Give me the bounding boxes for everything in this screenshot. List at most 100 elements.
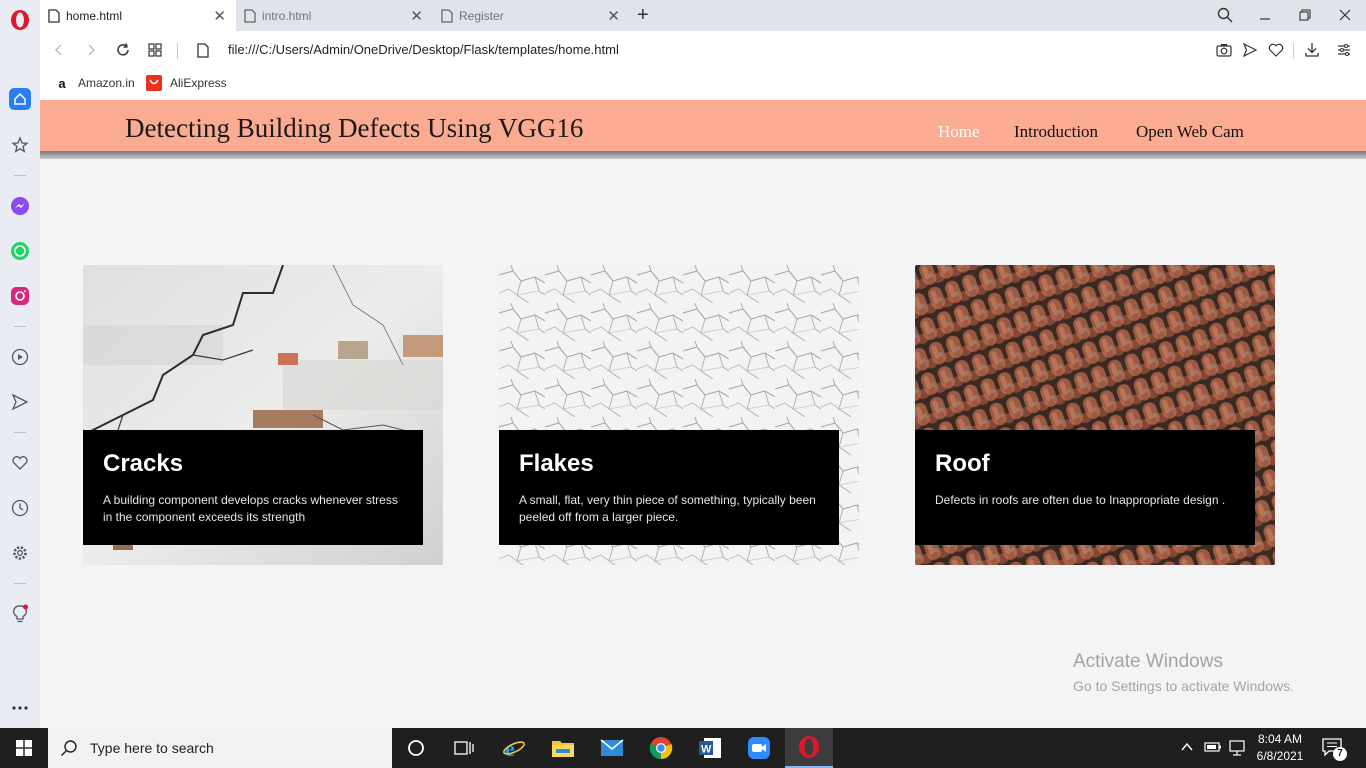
- player-icon[interactable]: [8, 345, 32, 369]
- bookmark-label: AliExpress: [170, 76, 227, 90]
- lightbulb-tips-icon[interactable]: [8, 602, 32, 626]
- easy-setup-menu-icon[interactable]: [1334, 40, 1354, 60]
- messenger-icon[interactable]: [8, 194, 32, 218]
- card-description: A small, flat, very thin piece of someth…: [519, 493, 816, 524]
- bookmarks-bar: a Amazon.in AliExpress: [40, 69, 1366, 100]
- battery-icon[interactable]: [1204, 740, 1222, 757]
- search-tabs-icon[interactable]: [1210, 3, 1240, 27]
- taskbar-search-box[interactable]: Type here to search: [48, 728, 392, 768]
- tab-home[interactable]: home.html ✕: [40, 0, 236, 31]
- start-button[interactable]: [0, 728, 48, 768]
- aliexpress-icon: [146, 75, 162, 91]
- show-hidden-icons-chevron-icon[interactable]: [1180, 740, 1194, 757]
- minimize-button[interactable]: [1250, 3, 1280, 27]
- tab-register[interactable]: Register ✕: [433, 0, 630, 31]
- url-field[interactable]: file:///C:/Users/Admin/OneDrive/Desktop/…: [228, 42, 619, 57]
- card-description: A building component develops cracks whe…: [103, 493, 398, 524]
- reload-button[interactable]: [111, 38, 135, 62]
- address-divider: [177, 43, 178, 59]
- sidebar-separator: [14, 583, 26, 584]
- tab-intro[interactable]: intro.html ✕: [236, 0, 433, 31]
- close-tab-icon[interactable]: ✕: [607, 7, 620, 25]
- web-page: Detecting Building Defects Using VGG16 H…: [40, 100, 1366, 728]
- downloads-icon[interactable]: [1302, 40, 1322, 60]
- opera-sidebar: [0, 0, 40, 728]
- page-icon: [48, 8, 60, 23]
- sidebar-separator: [14, 432, 26, 433]
- bookmark-amazon[interactable]: a Amazon.in: [54, 75, 135, 91]
- instagram-icon[interactable]: [8, 284, 32, 308]
- sidebar-separator: [14, 326, 26, 327]
- send-to-flow-icon[interactable]: [1240, 40, 1260, 60]
- activate-windows-watermark: Activate Windows Go to Settings to activ…: [1073, 651, 1294, 694]
- page-icon: [441, 8, 453, 23]
- nav-home[interactable]: Home: [938, 122, 980, 142]
- nav-introduction[interactable]: Introduction: [1014, 122, 1098, 142]
- card-roof[interactable]: Roof Defects in roofs are often due to I…: [915, 265, 1275, 565]
- opera-logo-icon[interactable]: [8, 8, 32, 32]
- card-description: Defects in roofs are often due to Inappr…: [935, 493, 1226, 507]
- snapshot-camera-icon[interactable]: [1214, 40, 1234, 60]
- card-caption: Flakes A small, flat, very thin piece of…: [499, 430, 839, 545]
- opera-taskbar-icon[interactable]: [785, 728, 833, 768]
- send-flow-icon[interactable]: [8, 390, 32, 414]
- network-icon[interactable]: [1228, 740, 1246, 759]
- card-title: Cracks: [103, 450, 184, 477]
- add-bookmark-heart-icon[interactable]: [1266, 40, 1286, 60]
- close-tab-icon[interactable]: ✕: [213, 7, 226, 25]
- tab-title: Register: [459, 8, 504, 23]
- watermark-title: Activate Windows: [1073, 651, 1223, 672]
- svg-text:W: W: [701, 744, 712, 756]
- restore-button[interactable]: [1290, 3, 1320, 27]
- search-placeholder: Type here to search: [90, 740, 214, 756]
- card-flakes[interactable]: Flakes A small, flat, very thin piece of…: [499, 265, 859, 565]
- site-header: Detecting Building Defects Using VGG16 H…: [40, 100, 1366, 151]
- card-caption: Cracks A building component develops cra…: [83, 430, 423, 545]
- search-icon: [61, 740, 77, 756]
- tab-title: home.html: [66, 8, 123, 23]
- amazon-icon: a: [58, 75, 66, 91]
- forward-button[interactable]: [79, 38, 103, 62]
- more-options-icon[interactable]: [8, 696, 32, 720]
- back-button[interactable]: [47, 38, 71, 62]
- task-view-icon[interactable]: [440, 728, 488, 768]
- card-caption: Roof Defects in roofs are often due to I…: [915, 430, 1255, 545]
- clock-time: 8:04 AM: [1257, 732, 1303, 746]
- internet-explorer-icon[interactable]: e: [490, 728, 538, 768]
- bookmark-label: Amazon.in: [78, 76, 135, 90]
- file-page-icon: [191, 38, 215, 62]
- header-shadow: [40, 151, 1366, 159]
- file-explorer-icon[interactable]: [539, 728, 587, 768]
- page-icon: [244, 8, 256, 23]
- close-tab-icon[interactable]: ✕: [410, 7, 423, 25]
- heart-icon[interactable]: [8, 451, 32, 475]
- address-bar: file:///C:/Users/Admin/OneDrive/Desktop/…: [40, 31, 1366, 69]
- notification-count-badge: 7: [1333, 747, 1347, 761]
- settings-gear-icon[interactable]: [8, 541, 32, 565]
- site-title: Detecting Building Defects Using VGG16: [125, 113, 584, 143]
- tab-title: intro.html: [262, 8, 312, 23]
- tabs-grid-icon[interactable]: [143, 38, 167, 62]
- whatsapp-icon[interactable]: [8, 239, 32, 263]
- sidebar-separator: [14, 175, 26, 176]
- tab-strip: home.html ✕ intro.html ✕ Register ✕ +: [40, 0, 1366, 31]
- chrome-icon[interactable]: [637, 728, 685, 768]
- new-tab-button[interactable]: +: [637, 4, 649, 27]
- zoom-icon[interactable]: [735, 728, 783, 768]
- home-speeddial-icon[interactable]: [9, 88, 31, 110]
- bookmark-aliexpress[interactable]: AliExpress: [146, 75, 227, 91]
- card-title: Roof: [935, 450, 990, 477]
- close-window-button[interactable]: [1330, 3, 1360, 27]
- system-clock[interactable]: 8:04 AM 6/8/2021: [1250, 731, 1310, 765]
- mail-icon[interactable]: [588, 728, 636, 768]
- card-cracks[interactable]: Cracks A building component develops cra…: [83, 265, 443, 565]
- clock-date: 6/8/2021: [1256, 749, 1304, 763]
- nav-open-web-cam[interactable]: Open Web Cam: [1136, 122, 1244, 142]
- cortana-icon[interactable]: [392, 728, 440, 768]
- action-center-icon[interactable]: 7: [1322, 738, 1347, 761]
- history-clock-icon[interactable]: [8, 496, 32, 520]
- bookmarks-star-icon[interactable]: [8, 133, 32, 157]
- word-icon[interactable]: W: [686, 728, 734, 768]
- toolbar-divider: [1293, 43, 1294, 59]
- card-title: Flakes: [519, 450, 594, 477]
